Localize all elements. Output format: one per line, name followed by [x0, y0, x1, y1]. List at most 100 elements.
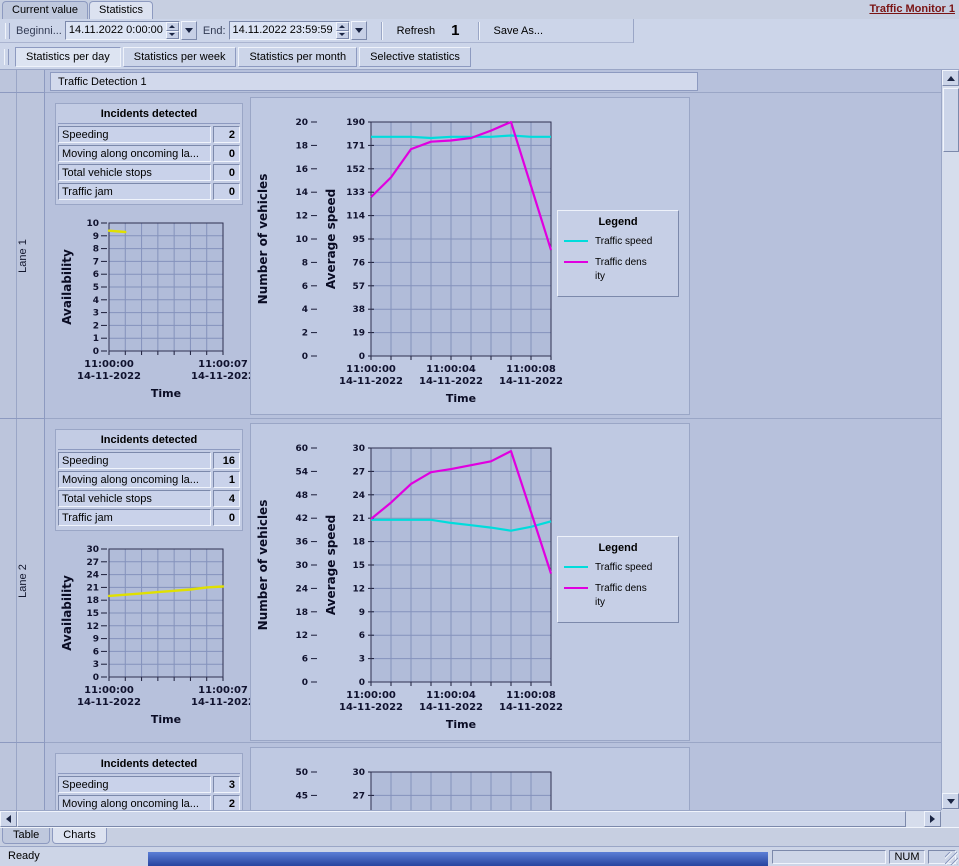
spin-down-icon[interactable] [166, 31, 179, 40]
svg-text:76: 76 [352, 258, 365, 268]
horizontal-scroll-thumb[interactable] [17, 811, 906, 827]
end-date-dropdown[interactable] [351, 21, 367, 40]
svg-text:6: 6 [93, 647, 99, 657]
begin-date-input[interactable]: 14.11.2022 0:00:00 [65, 21, 180, 40]
refresh-button[interactable]: Refresh [391, 23, 442, 39]
svg-text:30: 30 [295, 561, 308, 571]
vertical-scroll-thumb[interactable] [943, 88, 959, 152]
svg-text:3: 3 [93, 309, 99, 319]
svg-text:48: 48 [295, 491, 308, 501]
svg-text:27: 27 [86, 558, 99, 568]
main-chart-panel: 0053106159201225153018352140244527503011… [250, 747, 690, 810]
scroll-up-button[interactable] [942, 70, 959, 86]
svg-text:8: 8 [93, 245, 99, 255]
bottom-tab-bar: TableCharts [0, 827, 959, 847]
legend-entry: Traffic density [564, 256, 672, 284]
svg-text:30: 30 [352, 768, 365, 778]
incident-label: Moving along oncoming la... [58, 471, 211, 488]
spin-down-icon[interactable] [336, 31, 349, 40]
scroll-left-button[interactable] [0, 811, 17, 827]
legend-line-sample [564, 261, 588, 263]
svg-text:14-11-2022: 14-11-2022 [419, 376, 483, 387]
bottom-tab-charts[interactable]: Charts [52, 828, 106, 844]
legend-entry-label: Traffic density [595, 256, 647, 284]
svg-text:11:00:00: 11:00:00 [84, 685, 134, 696]
svg-text:14: 14 [295, 188, 308, 198]
incident-label: Speeding [58, 126, 211, 143]
lane-gutter-cell: Lane 1 [0, 92, 45, 418]
svg-text:14-11-2022: 14-11-2022 [191, 371, 255, 382]
scroll-down-button[interactable] [942, 793, 959, 809]
svg-text:7: 7 [93, 257, 99, 267]
lane-section: Incidents detectedSpeeding2Moving along … [45, 92, 941, 418]
legend-entry-label: Traffic speed [595, 561, 652, 575]
bottom-tab-table[interactable]: Table [2, 828, 50, 844]
horizontal-scrollbar[interactable] [0, 810, 941, 827]
svg-text:14-11-2022: 14-11-2022 [339, 702, 403, 713]
lane-gutter-cell: Lane 2 [0, 418, 45, 742]
window-title-link[interactable]: Traffic Monitor 1 [869, 3, 955, 15]
incident-row: Moving along oncoming la...1 [58, 471, 240, 488]
svg-text:27: 27 [352, 467, 365, 477]
svg-text:2: 2 [302, 329, 308, 339]
incident-label: Moving along oncoming la... [58, 795, 211, 810]
stat-button-statistics-per-week[interactable]: Statistics per week [123, 47, 237, 67]
svg-text:15: 15 [86, 609, 99, 619]
toolbar-grip[interactable] [4, 49, 9, 65]
begin-date-spinner[interactable] [166, 22, 179, 39]
vertical-scrollbar[interactable] [941, 70, 959, 810]
stat-button-selective-statistics[interactable]: Selective statistics [359, 47, 471, 67]
begin-date-dropdown[interactable] [181, 21, 197, 40]
spin-up-icon[interactable] [166, 22, 179, 31]
main-chart-panel: 0063126189241230153618422148245427603011… [250, 423, 690, 741]
svg-text:11:00:00: 11:00:00 [84, 359, 134, 370]
resize-grip-icon[interactable] [945, 852, 958, 865]
svg-text:21: 21 [352, 514, 365, 524]
incident-value: 0 [213, 509, 240, 526]
svg-text:30: 30 [352, 444, 365, 454]
svg-text:18: 18 [295, 608, 308, 618]
svg-text:20: 20 [295, 118, 308, 128]
legend-line-sample [564, 587, 588, 589]
refresh-count: 1 [451, 22, 459, 39]
incidents-panel: Incidents detectedSpeeding16Moving along… [55, 429, 243, 531]
app-window: Current valueStatistics Traffic Monitor … [0, 0, 959, 866]
incident-value: 4 [213, 490, 240, 507]
toolbar-grip[interactable] [5, 23, 10, 39]
svg-text:45: 45 [295, 791, 308, 801]
svg-text:0: 0 [302, 678, 308, 688]
save-as-button[interactable]: Save As... [488, 23, 550, 39]
tab-statistics[interactable]: Statistics [89, 1, 153, 19]
svg-text:9: 9 [359, 608, 365, 618]
svg-text:14-11-2022: 14-11-2022 [499, 376, 563, 387]
tab-current-value[interactable]: Current value [2, 1, 88, 19]
incident-row: Moving along oncoming la...2 [58, 795, 240, 810]
spin-up-icon[interactable] [336, 22, 349, 31]
scroll-right-button[interactable] [924, 811, 941, 827]
svg-text:24: 24 [295, 584, 308, 594]
svg-text:Time: Time [446, 718, 476, 731]
svg-text:54: 54 [295, 467, 308, 477]
svg-text:12: 12 [352, 584, 365, 594]
end-date-spinner[interactable] [336, 22, 349, 39]
incident-value: 1 [213, 471, 240, 488]
incident-row: Speeding2 [58, 126, 240, 143]
legend-line-sample [564, 240, 588, 242]
main-chart-svg: 0053106159201225153018352140244527503011… [251, 748, 689, 810]
incidents-title: Incidents detected [58, 106, 240, 124]
stat-button-statistics-per-day[interactable]: Statistics per day [15, 47, 121, 67]
end-date-input[interactable]: 14.11.2022 23:59:59 [229, 21, 350, 40]
svg-text:3: 3 [359, 655, 365, 665]
lane-gutter-cell: Lane 3 [0, 742, 45, 810]
lane-gutter: Lane 1Lane 2Lane 3 [0, 70, 45, 810]
svg-text:12: 12 [295, 631, 308, 641]
stat-button-statistics-per-month[interactable]: Statistics per month [238, 47, 357, 67]
arrow-up-icon [947, 76, 955, 81]
svg-text:60: 60 [295, 444, 308, 454]
svg-text:14-11-2022: 14-11-2022 [77, 697, 141, 708]
svg-text:30: 30 [86, 545, 99, 555]
svg-text:11:00:08: 11:00:08 [506, 364, 556, 375]
incident-label: Traffic jam [58, 509, 211, 526]
svg-text:6: 6 [302, 282, 308, 292]
incident-row: Traffic jam0 [58, 509, 240, 526]
